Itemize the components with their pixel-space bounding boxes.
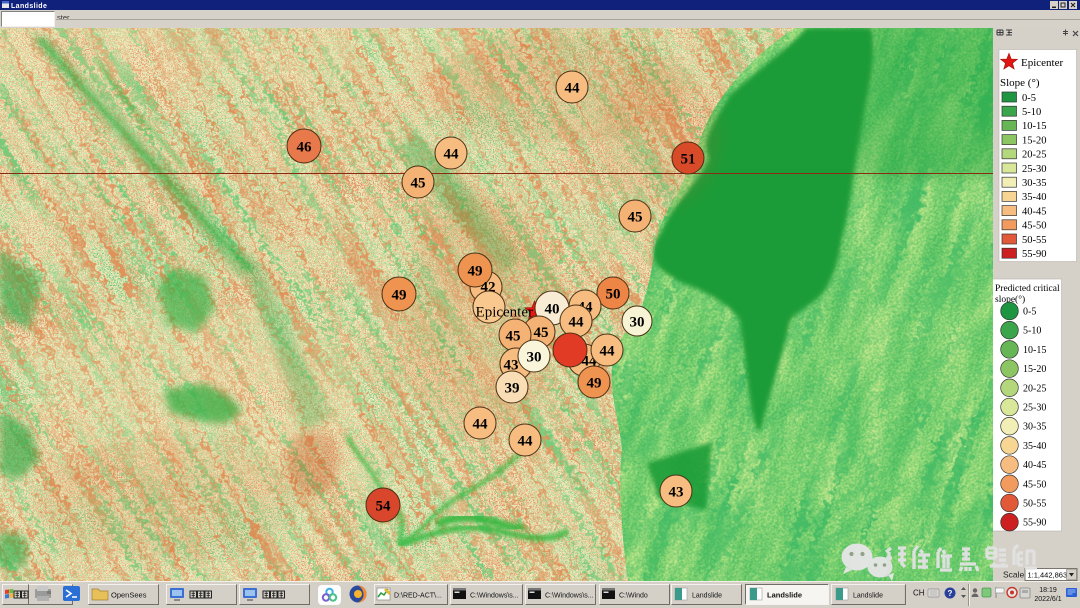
svg-text:10-15: 10-15 [1022, 121, 1047, 132]
svg-text:C:\Windows\s...: C:\Windows\s... [470, 593, 519, 600]
svg-text:Landslide: Landslide [853, 593, 883, 600]
svg-text:20-25: 20-25 [1022, 150, 1047, 161]
svg-text:5-10: 5-10 [1022, 107, 1041, 118]
svg-text:49: 49 [392, 288, 407, 304]
svg-text:C:\Windo: C:\Windo [619, 593, 648, 600]
svg-text:Landslide: Landslide [767, 591, 802, 600]
svg-text:39: 39 [505, 381, 520, 397]
svg-text:1:1,442,863: 1:1,442,863 [1028, 571, 1068, 580]
svg-text:40: 40 [545, 302, 560, 318]
svg-text:40-45: 40-45 [1023, 460, 1046, 471]
svg-text:35-40: 35-40 [1023, 441, 1046, 452]
svg-text:45: 45 [628, 210, 643, 226]
svg-text:44: 44 [518, 434, 534, 450]
svg-text:C:\Windows\s...: C:\Windows\s... [545, 593, 594, 600]
svg-text:50-55: 50-55 [1023, 499, 1046, 510]
svg-text:44: 44 [569, 315, 585, 331]
svg-text:44: 44 [600, 344, 616, 360]
svg-text:55-90: 55-90 [1023, 518, 1046, 529]
svg-text:45: 45 [506, 329, 521, 345]
svg-text:50-55: 50-55 [1022, 235, 1047, 246]
svg-text:Epicenter: Epicenter [476, 305, 533, 321]
svg-text:OpenSees: OpenSees [111, 591, 147, 600]
svg-text:15-20: 15-20 [1023, 364, 1046, 375]
svg-text:44: 44 [565, 81, 581, 97]
svg-text:30: 30 [527, 350, 542, 366]
svg-text:5-10: 5-10 [1023, 326, 1041, 337]
svg-text:15-20: 15-20 [1022, 135, 1047, 146]
svg-text:44: 44 [444, 147, 460, 163]
svg-text:20-25: 20-25 [1023, 383, 1046, 394]
svg-text:Epicenter: Epicenter [1021, 57, 1063, 69]
svg-text:45-50: 45-50 [1023, 479, 1046, 490]
svg-text:55-90: 55-90 [1022, 249, 1047, 260]
svg-text:0-5: 0-5 [1022, 93, 1036, 104]
svg-text:30: 30 [630, 315, 645, 331]
svg-text:Scale: Scale [1003, 570, 1025, 580]
svg-text:44: 44 [473, 417, 489, 433]
svg-text:CH: CH [913, 589, 925, 598]
svg-text:2022/6/1: 2022/6/1 [1034, 596, 1061, 603]
svg-text:45: 45 [411, 176, 426, 192]
svg-text:45: 45 [534, 325, 549, 341]
svg-text:18:19: 18:19 [1039, 587, 1057, 594]
svg-text:49: 49 [587, 376, 602, 392]
svg-text:49: 49 [468, 264, 483, 280]
svg-text:30-35: 30-35 [1022, 178, 1047, 189]
svg-text:30-35: 30-35 [1023, 422, 1046, 433]
svg-text:?: ? [948, 589, 953, 598]
svg-text:Landslide: Landslide [692, 593, 722, 600]
svg-text:45-50: 45-50 [1022, 221, 1047, 232]
svg-text:10-15: 10-15 [1023, 345, 1046, 356]
svg-text:Landslide: Landslide [11, 3, 47, 10]
svg-text:51: 51 [681, 152, 696, 168]
svg-text:46: 46 [297, 140, 313, 156]
svg-text:43: 43 [669, 485, 684, 501]
svg-text:40-45: 40-45 [1022, 206, 1047, 217]
svg-text:25-30: 25-30 [1022, 164, 1047, 175]
svg-text:35-40: 35-40 [1022, 192, 1047, 203]
svg-text:Predicted critical: Predicted critical [995, 284, 1060, 294]
svg-text:25-30: 25-30 [1023, 403, 1046, 414]
svg-text:54: 54 [376, 499, 392, 515]
svg-text:0-5: 0-5 [1023, 307, 1036, 318]
svg-text:50: 50 [606, 287, 621, 303]
svg-text:D:\RED-ACT\...: D:\RED-ACT\... [394, 593, 442, 600]
svg-text:Slope (°): Slope (°) [1000, 77, 1040, 89]
